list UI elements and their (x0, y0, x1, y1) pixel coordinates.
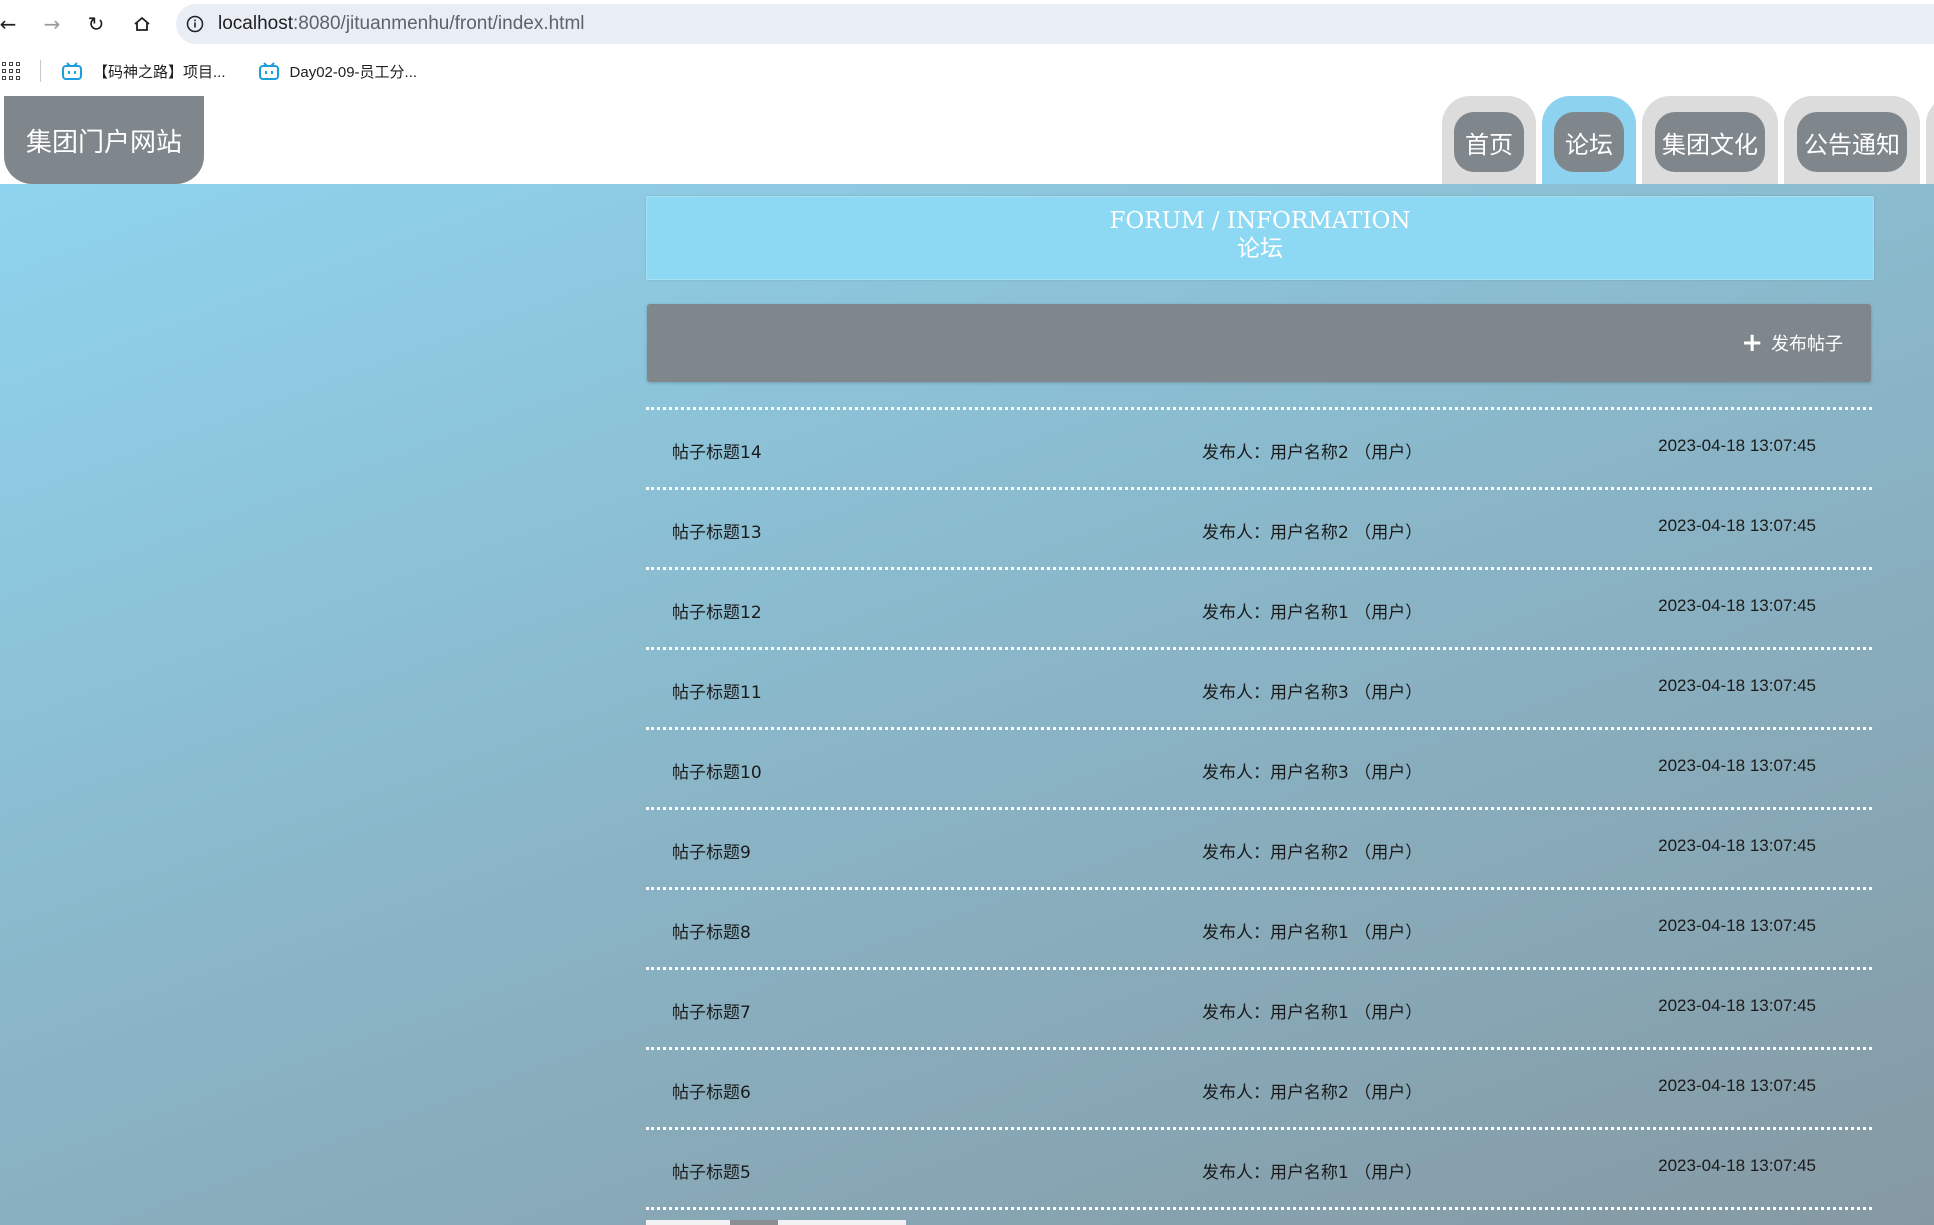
post-author: 发布人：用户名称2 （用户） (1202, 443, 1423, 463)
post-title[interactable]: 帖子标题13 (672, 518, 762, 543)
bookmark-label: Day02-09-员工分... (289, 63, 418, 81)
nav-tab-culture[interactable]: 集团文化 (1642, 96, 1778, 184)
post-title[interactable]: 帖子标题14 (672, 438, 762, 463)
post-row[interactable]: 帖子标题10 发布人：用户名称3 （用户） 2023-04-18 13:07:4… (646, 727, 1872, 807)
post-time: 2023-04-18 13:07:45 (1658, 516, 1816, 535)
post-author: 发布人：用户名称2 （用户） (1202, 843, 1423, 863)
post-time: 2023-04-18 13:07:45 (1658, 916, 1816, 935)
page-viewport: 集团门户网站 首页 论坛 集团文化 公告通知 FORUM / INFORMATI… (0, 94, 1934, 1225)
back-arrow-icon[interactable]: ← (0, 10, 22, 38)
publish-post-label: 发布帖子 (1771, 334, 1843, 355)
post-row[interactable]: 帖子标题13 发布人：用户名称2 （用户） 2023-04-18 13:07:4… (646, 487, 1872, 567)
post-row[interactable]: 帖子标题8 发布人：用户名称1 （用户） 2023-04-18 13:07:45 (646, 887, 1872, 967)
publish-post-button[interactable]: + 发布帖子 (1741, 328, 1843, 358)
site-info-icon[interactable] (186, 15, 204, 33)
nav-tab-label: 首页 (1454, 112, 1524, 172)
bookmark-item[interactable]: Day02-09-员工分... (256, 54, 430, 88)
browser-toolbar: ← → ↻ localhost:8080/jituanmenhu/front/i… (0, 0, 1934, 48)
site-header: 集团门户网站 首页 论坛 集团文化 公告通知 (0, 94, 1934, 184)
nav-tab-label: 集团文化 (1655, 112, 1765, 172)
bookmarks-bar: 【码神之路】项目... Day02-09-员工分... (0, 48, 1934, 94)
nav-tab-forum[interactable]: 论坛 (1542, 96, 1636, 184)
post-title[interactable]: 帖子标题12 (672, 598, 762, 623)
forum-banner-chinese: 论坛 (1237, 236, 1283, 262)
post-author: 发布人：用户名称2 （用户） (1202, 1083, 1423, 1103)
post-time: 2023-04-18 13:07:45 (1658, 1076, 1816, 1095)
post-time: 2023-04-18 13:07:45 (1658, 756, 1816, 775)
post-author: 发布人：用户名称1 （用户） (1202, 603, 1423, 623)
pagination-active-page[interactable] (730, 1220, 778, 1225)
bilibili-tv-icon (258, 62, 279, 80)
plus-icon: + (1741, 328, 1763, 358)
bilibili-tv-icon (62, 62, 82, 80)
home-icon[interactable] (128, 10, 156, 38)
nav-tab-label: 论坛 (1554, 112, 1624, 172)
post-title[interactable]: 帖子标题7 (672, 998, 751, 1023)
url-host: localhost (218, 13, 293, 34)
post-time: 2023-04-18 13:07:45 (1658, 836, 1816, 855)
post-time: 2023-04-18 13:07:45 (1658, 996, 1816, 1015)
site-logo[interactable]: 集团门户网站 (4, 96, 204, 184)
post-author: 发布人：用户名称3 （用户） (1202, 683, 1423, 703)
post-row[interactable]: 帖子标题14 发布人：用户名称2 （用户） 2023-04-18 13:07:4… (646, 407, 1872, 487)
apps-grid-icon[interactable] (2, 62, 20, 80)
post-author: 发布人：用户名称3 （用户） (1202, 763, 1423, 783)
url-path: :8080/jituanmenhu/front/index.html (293, 13, 585, 34)
post-title[interactable]: 帖子标题9 (672, 838, 751, 863)
reload-icon[interactable]: ↻ (82, 10, 110, 38)
post-time: 2023-04-18 13:07:45 (1658, 1156, 1816, 1175)
post-title[interactable]: 帖子标题8 (672, 918, 751, 943)
post-title[interactable]: 帖子标题5 (672, 1158, 751, 1183)
post-row[interactable]: 帖子标题7 发布人：用户名称1 （用户） 2023-04-18 13:07:45 (646, 967, 1872, 1047)
post-title[interactable]: 帖子标题11 (672, 678, 762, 703)
address-bar[interactable]: localhost:8080/jituanmenhu/front/index.h… (176, 4, 1934, 44)
post-row[interactable]: 帖子标题9 发布人：用户名称2 （用户） 2023-04-18 13:07:45 (646, 807, 1872, 887)
post-author: 发布人：用户名称1 （用户） (1202, 1003, 1423, 1023)
post-title[interactable]: 帖子标题6 (672, 1078, 751, 1103)
url-text: localhost:8080/jituanmenhu/front/index.h… (218, 13, 585, 35)
post-time: 2023-04-18 13:07:45 (1658, 676, 1816, 695)
post-author: 发布人：用户名称2 （用户） (1202, 523, 1423, 543)
post-row[interactable]: 帖子标题11 发布人：用户名称3 （用户） 2023-04-18 13:07:4… (646, 647, 1872, 727)
bookmark-label: 【码神之路】项目... (93, 63, 226, 81)
nav-tab-notice[interactable]: 公告通知 (1784, 96, 1920, 184)
post-row[interactable]: 帖子标题12 发布人：用户名称1 （用户） 2023-04-18 13:07:4… (646, 567, 1872, 647)
post-time: 2023-04-18 13:07:45 (1658, 436, 1816, 455)
post-row[interactable]: 帖子标题6 发布人：用户名称2 （用户） 2023-04-18 13:07:45 (646, 1047, 1872, 1127)
post-row[interactable]: 帖子标题5 发布人：用户名称1 （用户） 2023-04-18 13:07:45 (646, 1127, 1872, 1207)
forum-banner-english: FORUM / INFORMATION (1109, 208, 1411, 234)
bookmark-separator (40, 60, 41, 82)
nav-tab-home[interactable]: 首页 (1442, 96, 1536, 184)
list-end-divider (646, 1207, 1872, 1210)
post-time: 2023-04-18 13:07:45 (1658, 596, 1816, 615)
forum-banner: FORUM / INFORMATION 论坛 (646, 196, 1874, 280)
bookmark-item[interactable]: 【码神之路】项目... (59, 54, 238, 88)
nav-tab-overflow[interactable] (1926, 96, 1934, 184)
nav-tab-label: 公告通知 (1797, 112, 1907, 172)
post-author: 发布人：用户名称1 （用户） (1202, 923, 1423, 943)
forum-action-bar: + 发布帖子 (647, 304, 1871, 382)
post-author: 发布人：用户名称1 （用户） (1202, 1163, 1423, 1183)
forward-arrow-icon[interactable]: → (38, 10, 66, 38)
post-list: 帖子标题14 发布人：用户名称2 （用户） 2023-04-18 13:07:4… (646, 407, 1872, 1210)
post-title[interactable]: 帖子标题10 (672, 758, 762, 783)
